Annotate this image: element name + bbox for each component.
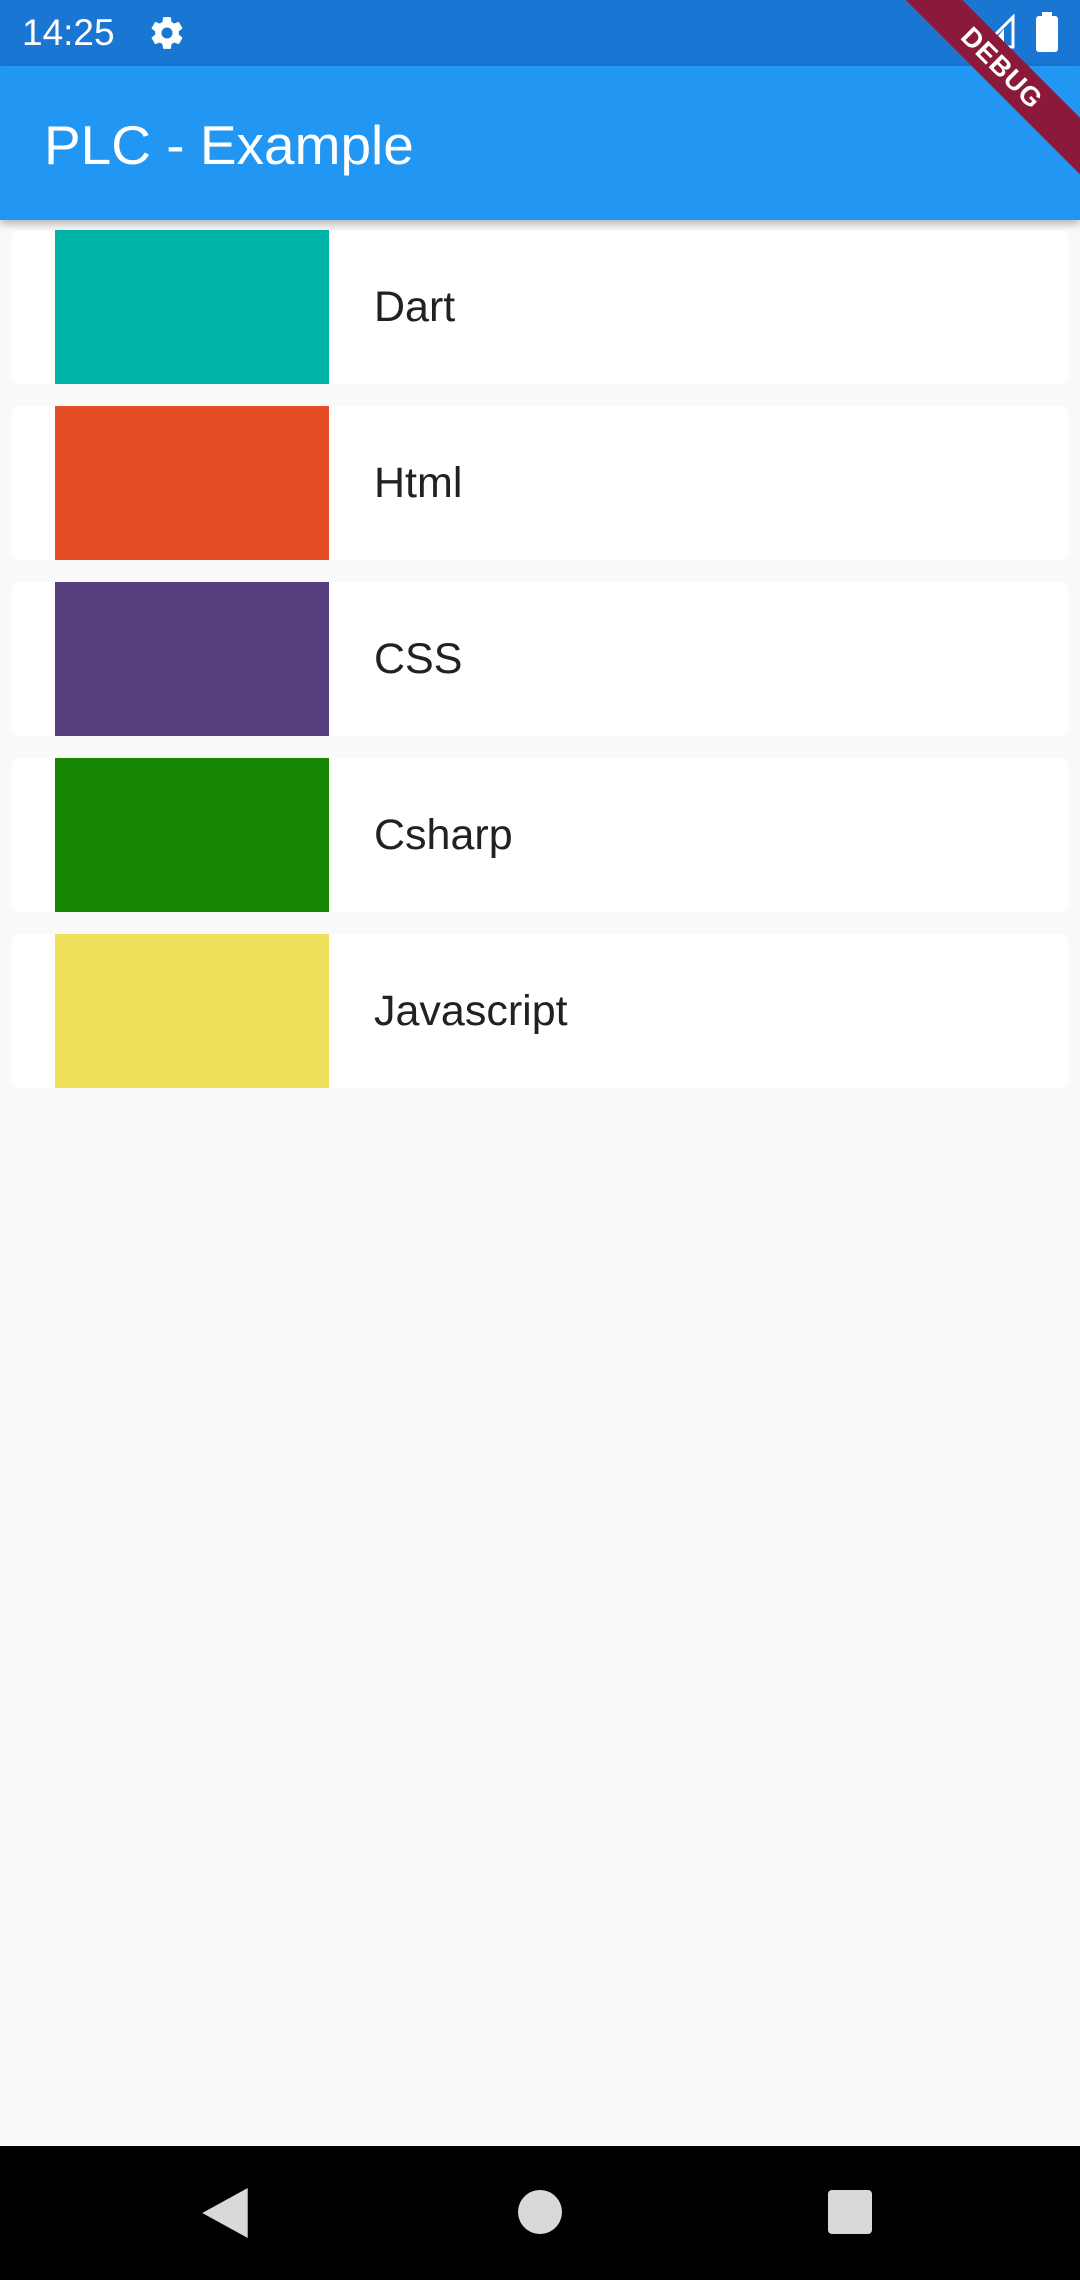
- list-item-label: Javascript: [374, 987, 568, 1035]
- list-item-css[interactable]: CSS: [12, 582, 1068, 736]
- home-icon[interactable]: [518, 2190, 562, 2234]
- list-item-javascript[interactable]: Javascript: [12, 934, 1068, 1088]
- list-item-label: CSS: [374, 635, 463, 683]
- battery-icon: [1036, 12, 1058, 52]
- list-item-html[interactable]: Html: [12, 406, 1068, 560]
- signal-icon: [980, 14, 1015, 49]
- system-nav-bar: [0, 2146, 1080, 2280]
- list-item-dart[interactable]: Dart: [12, 230, 1068, 384]
- status-time: 14:25: [22, 12, 115, 53]
- status-bar: 14:25: [0, 0, 1080, 66]
- recents-icon[interactable]: [828, 2190, 872, 2234]
- wifi-icon: [936, 15, 976, 48]
- list-item-label: Csharp: [374, 811, 513, 859]
- back-icon[interactable]: [202, 2188, 248, 2238]
- color-swatch: [55, 230, 329, 384]
- app-bar: PLC - Example: [0, 66, 1080, 220]
- list-item-csharp[interactable]: Csharp: [12, 758, 1068, 912]
- color-swatch: [55, 582, 329, 736]
- page-title: PLC - Example: [44, 114, 414, 176]
- list-item-label: Html: [374, 459, 463, 507]
- gear-icon: [151, 17, 183, 49]
- list-item-label: Dart: [374, 283, 456, 331]
- color-swatch: [55, 934, 329, 1088]
- color-swatch: [55, 406, 329, 560]
- color-swatch: [55, 758, 329, 912]
